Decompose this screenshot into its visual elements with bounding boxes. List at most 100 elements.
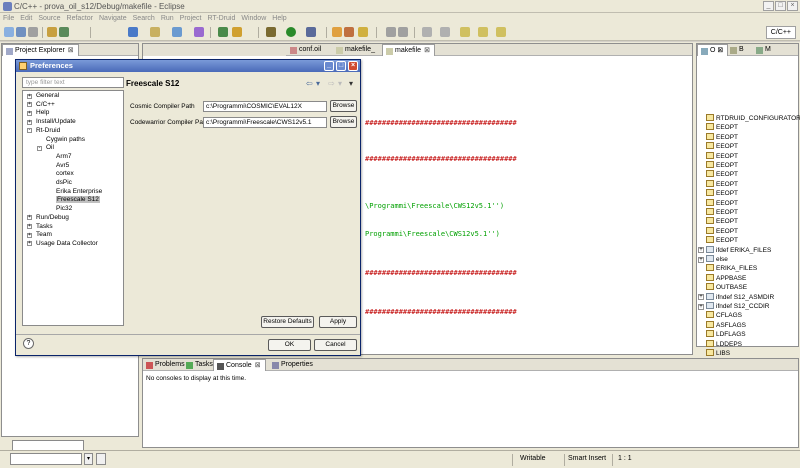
- tab-makefile[interactable]: makefile ⊠: [382, 44, 435, 56]
- ok-button[interactable]: OK: [268, 339, 311, 351]
- forward-menu-icon[interactable]: ▾: [338, 79, 342, 88]
- run-icon[interactable]: [286, 27, 296, 37]
- tree-item[interactable]: Tasks: [36, 223, 53, 231]
- tab-tasks[interactable]: Tasks: [183, 359, 217, 371]
- menu-file[interactable]: File: [3, 13, 14, 24]
- expand-icon[interactable]: +: [27, 110, 32, 116]
- search-icon[interactable]: [218, 27, 228, 37]
- tree-item[interactable]: Install/Update: [36, 118, 76, 126]
- close-window-button[interactable]: ×: [787, 1, 798, 11]
- next-annotation-icon[interactable]: [422, 27, 432, 37]
- back-arrow-icon[interactable]: ⇦: [306, 79, 313, 88]
- dialog-maximize-button[interactable]: □: [336, 61, 346, 71]
- tree-item[interactable]: General: [36, 92, 59, 100]
- tab-project-explorer[interactable]: Project Explorer ⊠: [2, 44, 79, 56]
- codewarrior-path-field[interactable]: c:\Programmi\Freescale\CWS12v5.1: [203, 117, 327, 128]
- open-folder-icon[interactable]: [332, 27, 342, 37]
- outline-item[interactable]: LDFLAGS: [706, 330, 746, 339]
- toggle-icon[interactable]: [344, 27, 354, 37]
- debug-icon[interactable]: [266, 27, 276, 37]
- outline-item[interactable]: EEOPT: [706, 198, 738, 208]
- expand-icon[interactable]: +: [27, 224, 32, 229]
- preferences-tree[interactable]: + General + C/C++ + Help + Install/Update - Rt-Dr…: [22, 90, 124, 326]
- tab-build-targets[interactable]: B: [727, 44, 748, 56]
- tab-make-targets[interactable]: M: [753, 44, 775, 56]
- prev-annotation-icon[interactable]: [440, 27, 450, 37]
- outline-item[interactable]: ifdef ERIKA_FILES: [706, 245, 771, 255]
- collapse-icon[interactable]: -: [37, 145, 42, 151]
- pencil-icon[interactable]: [358, 27, 368, 37]
- outline-item[interactable]: EEOPT: [706, 142, 738, 151]
- new-folder-icon[interactable]: [150, 27, 160, 37]
- help-icon[interactable]: ?: [23, 338, 34, 349]
- tree-item[interactable]: cortex: [56, 170, 74, 178]
- new-file-icon[interactable]: [172, 27, 182, 37]
- tab-properties[interactable]: Properties: [269, 359, 317, 371]
- dialog-minimize-button[interactable]: _: [324, 61, 334, 71]
- view-menu-icon[interactable]: ▾: [349, 79, 353, 88]
- tab-conf-oil[interactable]: conf.oil: [287, 44, 325, 56]
- cancel-button[interactable]: Cancel: [314, 339, 357, 351]
- tab-makefile-underscore[interactable]: makefile_: [333, 44, 379, 56]
- build-icon[interactable]: [47, 27, 57, 37]
- outline-item[interactable]: ifndef S12_ASMDIR: [706, 292, 774, 302]
- apply-button[interactable]: Apply: [319, 316, 357, 328]
- outline-item[interactable]: ASFLAGS: [706, 320, 746, 330]
- outline-item[interactable]: RTDRUID_CONFIGURATOR_f: [706, 114, 800, 123]
- new-class-icon[interactable]: [194, 27, 204, 37]
- outline-item[interactable]: EEOPT: [706, 217, 738, 226]
- menu-run[interactable]: Run: [161, 13, 174, 24]
- outline-item[interactable]: else: [706, 255, 728, 264]
- new-project-icon[interactable]: [128, 27, 138, 37]
- outline-item[interactable]: EEOPT: [706, 132, 738, 142]
- tree-item[interactable]: Arm7: [56, 153, 72, 161]
- expand-icon[interactable]: +: [27, 119, 32, 125]
- tab-console[interactable]: Console ⊠: [213, 359, 266, 371]
- filter-input[interactable]: type filter text: [22, 77, 124, 88]
- outline-item[interactable]: EEOPT: [706, 208, 738, 217]
- open-type-icon[interactable]: [232, 27, 242, 37]
- outline-item[interactable]: ifndef S12_CCDIR: [706, 302, 769, 311]
- outline-item[interactable]: APPBASE: [706, 273, 746, 283]
- menu-window[interactable]: Window: [241, 13, 266, 24]
- back-menu-icon[interactable]: ▾: [316, 79, 320, 88]
- expand-icon[interactable]: +: [27, 102, 32, 108]
- tree-item[interactable]: Cygwin paths: [46, 136, 85, 144]
- last-edit-icon[interactable]: [460, 27, 470, 37]
- cosmic-browse-button[interactable]: Browse: [330, 100, 357, 112]
- tree-item[interactable]: Pic32: [56, 205, 72, 213]
- expand-icon[interactable]: +: [27, 241, 32, 247]
- tree-item[interactable]: Freescale S12: [56, 196, 100, 204]
- tree-item[interactable]: Run/Debug: [36, 214, 69, 222]
- tab-outline[interactable]: O ⊠: [697, 44, 729, 56]
- expand-icon[interactable]: +: [698, 256, 704, 263]
- dialog-close-button[interactable]: ×: [348, 61, 358, 71]
- tree-item[interactable]: Help: [36, 109, 49, 117]
- tree-item[interactable]: C/C++: [36, 101, 55, 109]
- outline-item[interactable]: LDDEPS: [706, 339, 742, 349]
- menu-navigate[interactable]: Navigate: [99, 13, 127, 24]
- new-icon[interactable]: [4, 27, 14, 37]
- outline-item[interactable]: OUTBASE: [706, 283, 747, 292]
- outline-item[interactable]: EEOPT: [706, 123, 738, 132]
- expand-icon[interactable]: +: [27, 215, 32, 221]
- menu-rtdruid[interactable]: RT-Druid: [207, 13, 235, 24]
- tree-item[interactable]: Rt-Druid: [36, 127, 60, 135]
- outline-item[interactable]: CFLAGS: [706, 311, 742, 320]
- expand-icon[interactable]: +: [698, 294, 704, 301]
- outline-item[interactable]: EEOPT: [706, 161, 738, 170]
- menu-source[interactable]: Source: [38, 13, 60, 24]
- external-tools-icon[interactable]: [306, 27, 316, 37]
- save-icon[interactable]: [16, 27, 26, 37]
- menu-edit[interactable]: Edit: [20, 13, 32, 24]
- outline-item[interactable]: EEOPT: [706, 179, 738, 189]
- status-combo[interactable]: [10, 453, 82, 465]
- forward-icon[interactable]: [496, 27, 506, 37]
- restore-defaults-button[interactable]: Restore Defaults: [261, 316, 314, 328]
- perspective-switcher[interactable]: C/C++: [765, 26, 796, 39]
- outline-item[interactable]: EEOPT: [706, 189, 738, 198]
- fast-view-icon[interactable]: [96, 453, 106, 465]
- tree-item[interactable]: Usage Data Collector: [36, 240, 98, 248]
- outline-item[interactable]: EEOPT: [706, 151, 738, 161]
- outline-item[interactable]: ERIKA_FILES: [706, 264, 757, 273]
